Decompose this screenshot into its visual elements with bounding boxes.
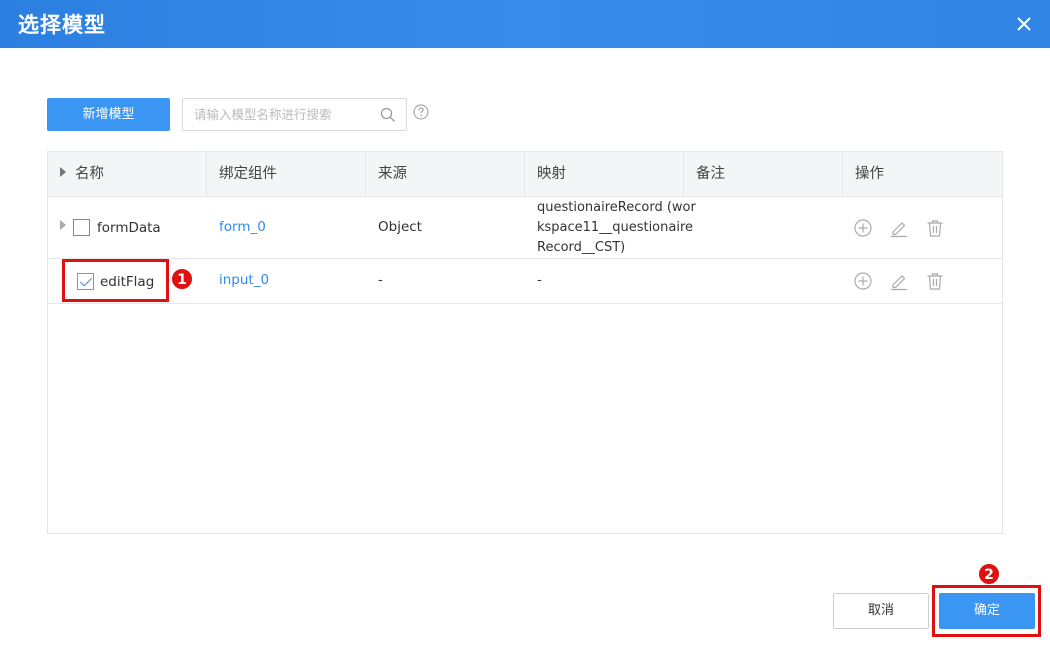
delete-icon[interactable] xyxy=(925,271,945,291)
source-value: Object xyxy=(378,219,422,235)
edit-icon[interactable] xyxy=(889,218,909,238)
column-header-name[interactable]: 名称 xyxy=(48,152,207,197)
row-checkbox[interactable] xyxy=(73,219,90,236)
table-header: 名称 绑定组件 来源 映射 备注 操作 xyxy=(48,152,1002,197)
search-input[interactable] xyxy=(183,99,368,130)
select-model-dialog: 选择模型 新增模型 名称 绑定组件 来源 映射 备注 操作 xyxy=(0,0,1050,645)
dialog-title: 选择模型 xyxy=(18,13,106,37)
mapping-value: questionaireRecord (wor kspace11__questi… xyxy=(537,200,696,255)
column-header-mapping: 映射 xyxy=(525,152,684,197)
model-table: 名称 绑定组件 来源 映射 备注 操作 formData form_0 Obje… xyxy=(47,151,1003,534)
model-name: formData xyxy=(97,220,161,236)
cancel-button[interactable]: 取消 xyxy=(833,593,929,629)
row-actions xyxy=(853,271,945,291)
row-expand-icon[interactable] xyxy=(60,219,66,235)
step-badge-1: 1 xyxy=(171,268,193,290)
bound-component-link[interactable]: form_0 xyxy=(219,219,266,235)
add-model-button[interactable]: 新增模型 xyxy=(47,98,170,131)
column-header-component: 绑定组件 xyxy=(207,152,366,197)
close-icon[interactable] xyxy=(1012,12,1036,36)
column-header-actions: 操作 xyxy=(855,166,884,182)
edit-icon[interactable] xyxy=(889,271,909,291)
add-circle-icon[interactable] xyxy=(853,218,873,238)
dialog-header: 选择模型 xyxy=(0,0,1050,48)
bound-component-link[interactable]: input_0 xyxy=(219,272,269,288)
model-search-box xyxy=(182,98,407,131)
highlight-box-editflag xyxy=(62,259,169,302)
highlight-box-confirm xyxy=(932,585,1041,637)
search-icon[interactable] xyxy=(380,107,396,123)
row-actions xyxy=(853,218,945,238)
mapping-value: - xyxy=(537,272,542,288)
help-icon[interactable] xyxy=(413,104,429,120)
step-badge-2: 2 xyxy=(978,563,1000,585)
column-header-note: 备注 xyxy=(684,152,843,197)
source-value: - xyxy=(378,272,383,288)
expand-all-icon[interactable] xyxy=(60,167,66,177)
add-circle-icon[interactable] xyxy=(853,271,873,291)
column-header-source: 来源 xyxy=(366,152,525,197)
delete-icon[interactable] xyxy=(925,218,945,238)
table-row: formData form_0 Object questionaireRecor… xyxy=(48,197,1002,259)
